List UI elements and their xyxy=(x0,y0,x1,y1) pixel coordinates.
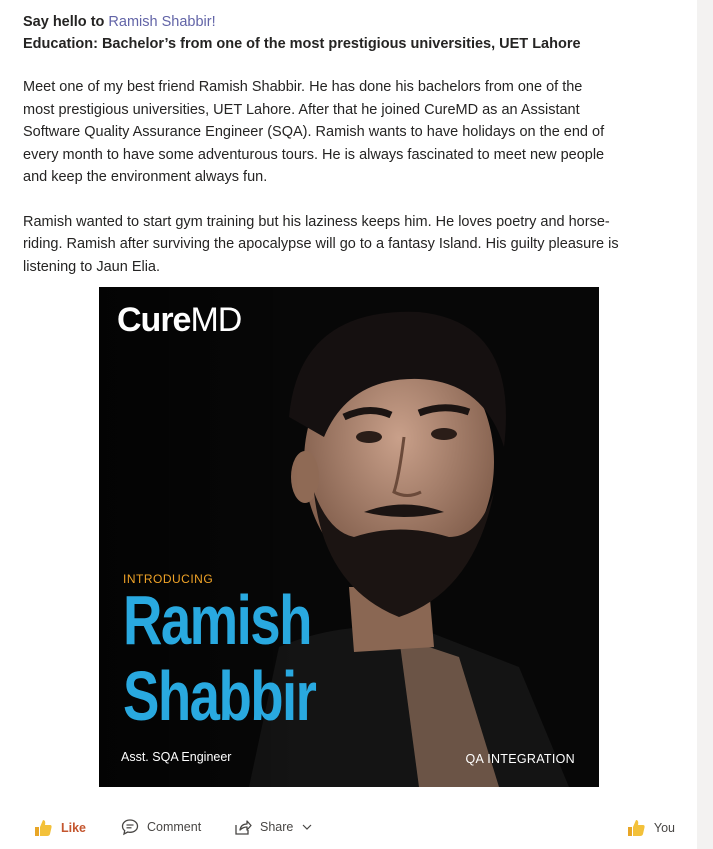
greeting-suffix: ! xyxy=(211,14,216,30)
post-paragraph-1: Meet one of my best friend Ramish Shabbi… xyxy=(23,76,683,189)
like-label: Like xyxy=(61,821,87,835)
chevron-down-icon xyxy=(301,821,313,833)
comment-icon xyxy=(121,818,139,836)
name-first: Ramish xyxy=(123,581,312,659)
like-button[interactable]: Like xyxy=(33,818,86,838)
paragraph-line: listening to Jaun Elia. xyxy=(23,258,161,275)
share-button[interactable]: Share xyxy=(234,818,313,836)
reactions-summary[interactable]: You xyxy=(626,818,675,838)
thumbs-up-icon xyxy=(33,818,53,838)
curemd-logo: CureMD xyxy=(117,301,242,339)
comment-label: Comment xyxy=(147,820,202,834)
paragraph-line: riding. Ramish after surviving the apoca… xyxy=(23,236,619,252)
paragraph-line: Ramish wanted to start gym training but … xyxy=(23,213,610,230)
post-greeting: Say hello to Ramish Shabbir! xyxy=(23,12,683,32)
you-label: You xyxy=(653,821,675,835)
mention-link[interactable]: Ramish Shabbir xyxy=(108,14,211,30)
thumbs-up-icon xyxy=(626,818,646,838)
paragraph-line: every month to have some adventurous tou… xyxy=(23,146,605,163)
post-image[interactable]: CureMD INTRODUCING Ramish Shabbir Asst. … xyxy=(99,287,599,787)
paragraph-line: most prestigious universities, UET Lahor… xyxy=(23,101,580,118)
role-label: Asst. SQA Engineer xyxy=(121,750,232,764)
paragraph-line: Software Quality Assurance Engineer (SQA… xyxy=(23,124,605,140)
post-education: Education: Bachelor’s from one of the mo… xyxy=(23,36,581,52)
team-label: QA INTEGRATION xyxy=(465,752,575,766)
paragraph-line: and keep the environment always fun. xyxy=(23,169,268,185)
post-body: Say hello to Ramish Shabbir! Education: … xyxy=(23,12,683,278)
post-actions-bar: Like Comment Share You xyxy=(0,812,697,844)
comment-button[interactable]: Comment xyxy=(121,818,201,836)
name-last: Shabbir xyxy=(123,657,317,735)
post-paragraph-2: Ramish wanted to start gym training but … xyxy=(23,211,683,279)
greeting-prefix: Say hello to xyxy=(23,14,109,30)
scrollbar-track[interactable] xyxy=(697,0,713,849)
paragraph-line: Meet one of my best friend Ramish Shabbi… xyxy=(23,79,583,95)
share-label: Share xyxy=(260,820,294,834)
share-icon xyxy=(234,818,252,836)
